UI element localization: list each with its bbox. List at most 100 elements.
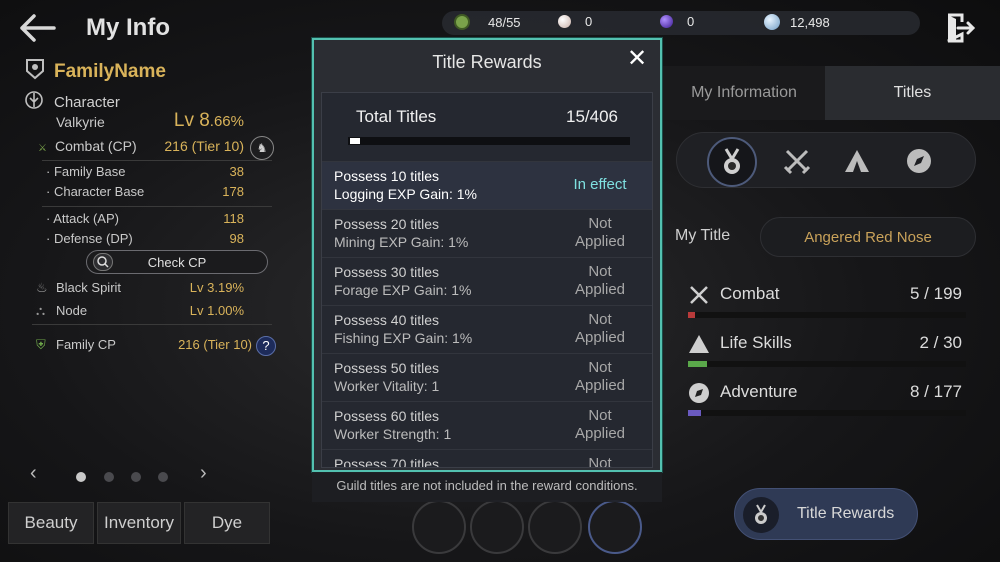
- dark-orb-icon: [660, 15, 673, 28]
- node-icon: ⛬: [36, 303, 46, 318]
- sword-icon: ⚔: [38, 143, 47, 154]
- character-base-value: 178: [222, 184, 244, 199]
- family-name: FamilyName: [54, 60, 166, 82]
- modal-footer-note: Guild titles are not included in the rew…: [312, 472, 662, 502]
- pager-dot-active[interactable]: [76, 472, 86, 482]
- exit-button[interactable]: [944, 12, 976, 44]
- reward-row: Possess 50 titles Worker Vitality: 1 Not…: [322, 353, 652, 401]
- category-all-button[interactable]: [707, 137, 757, 187]
- defense-label: · Defense (DP): [46, 231, 133, 246]
- reward-status: Not: [588, 455, 612, 468]
- family-cp-label: ⛨ Family CP: [36, 337, 116, 352]
- category-count: 8 / 177: [910, 382, 962, 401]
- pager-dot[interactable]: [104, 472, 114, 482]
- crossed-swords-icon: [783, 149, 811, 175]
- currency-bar: 48/55 0 0 12,498: [442, 11, 920, 35]
- combat-label: ⚔ Combat (CP): [38, 138, 137, 154]
- currency-dark-orb: 0: [660, 14, 694, 29]
- character-base-row: · Character Base 178: [24, 184, 274, 199]
- total-titles-value: 15/406: [566, 107, 618, 126]
- tab-inventory[interactable]: Inventory: [97, 502, 181, 544]
- category-label: Life Skills: [720, 333, 792, 352]
- divider: [32, 324, 272, 325]
- reward-row: Possess 60 titles Worker Strength: 1 Not…: [322, 401, 652, 449]
- close-icon[interactable]: ✕: [624, 46, 650, 72]
- crossed-swords-icon: [690, 286, 708, 304]
- pager: ‹ ›: [30, 462, 215, 486]
- family-base-row: · Family Base 38: [24, 164, 274, 179]
- back-button[interactable]: [18, 10, 58, 46]
- reward-row: Possess 30 titles Forage EXP Gain: 1% No…: [322, 257, 652, 305]
- progress-fill: [688, 410, 701, 416]
- tent-icon: [689, 335, 709, 353]
- reward-status: Not Applied: [574, 215, 626, 250]
- reward-row: Possess 20 titles Mining EXP Gain: 1% No…: [322, 209, 652, 257]
- defense-value: 98: [229, 231, 244, 246]
- rewards-list[interactable]: Total Titles 15/406 Possess 10 titles Lo…: [321, 92, 653, 468]
- medal-icon: [724, 148, 740, 174]
- total-titles-row: Total Titles 15/406: [356, 107, 618, 127]
- pager-next-button[interactable]: ›: [200, 462, 207, 485]
- pager-dot[interactable]: [131, 472, 141, 482]
- family-cp-row: ⛨ Family CP 216 (Tier 10): [24, 337, 274, 353]
- reward-status: Not Applied: [574, 407, 626, 442]
- attack-row: · Attack (AP) 118: [24, 211, 274, 226]
- reward-status: Not Applied: [574, 311, 626, 346]
- reward-status: Not Applied: [574, 359, 626, 394]
- back-arrow-icon: [20, 14, 56, 42]
- progress-track: [688, 410, 966, 416]
- attack-label: · Attack (AP): [46, 211, 119, 226]
- divider: [42, 160, 272, 161]
- my-title-label: My Title: [675, 227, 731, 244]
- attack-value: 118: [223, 211, 244, 226]
- family-row: FamilyName: [24, 58, 166, 85]
- character-base-label: · Character Base: [46, 184, 145, 199]
- reward-row: Possess 10 titles Logging EXP Gain: 1% I…: [322, 161, 652, 209]
- equipment-slot[interactable]: [528, 500, 582, 554]
- category-life-skills-button[interactable]: [839, 143, 875, 179]
- pager-dot[interactable]: [158, 472, 168, 482]
- my-title-selector[interactable]: Angered Red Nose: [760, 217, 976, 257]
- cp-tier-badge[interactable]: ♞: [250, 136, 274, 160]
- combat-title-progress: Combat 5 / 199: [688, 284, 968, 318]
- tab-beauty[interactable]: Beauty: [8, 502, 94, 544]
- equipment-slot[interactable]: [412, 500, 466, 554]
- category-label: Combat: [720, 284, 780, 303]
- total-titles-label: Total Titles: [356, 107, 437, 126]
- tent-icon: [845, 150, 869, 172]
- tab-my-information[interactable]: My Information: [663, 66, 825, 120]
- family-base-value: 38: [229, 164, 244, 179]
- family-crest-icon: [24, 58, 46, 85]
- category-count: 5 / 199: [910, 284, 962, 303]
- shield-icon: ⛨: [36, 337, 46, 352]
- black-spirit-label: ♨ Black Spirit: [36, 280, 122, 295]
- equipment-slot[interactable]: [588, 500, 642, 554]
- compass-icon: [907, 149, 931, 173]
- title-rewards-modal: Title Rewards ✕ Total Titles 15/406 Poss…: [312, 38, 662, 472]
- tab-dye[interactable]: Dye: [184, 502, 270, 544]
- life-skills-title-progress: Life Skills 2 / 30: [688, 333, 968, 367]
- category-adventure-button[interactable]: [901, 143, 937, 179]
- exit-door-icon: [947, 13, 976, 43]
- defense-row: · Defense (DP) 98: [24, 231, 274, 246]
- title-rewards-button[interactable]: Title Rewards: [734, 488, 918, 540]
- node-value: Lv 1.00%: [189, 303, 244, 318]
- category-combat-button[interactable]: [779, 143, 815, 179]
- energy-icon: [454, 14, 470, 30]
- character-icon: [24, 90, 44, 115]
- pager-prev-button[interactable]: ‹: [30, 462, 37, 485]
- level-value: Lv 8.66%: [173, 110, 244, 131]
- class-name: Valkyrie: [56, 114, 105, 130]
- character-row: Character: [24, 90, 120, 115]
- node-label: ⛬ Node: [36, 303, 88, 318]
- progress-fill: [688, 312, 695, 318]
- check-cp-button[interactable]: Check CP: [86, 250, 268, 274]
- node-row: ⛬ Node Lv 1.00%: [24, 303, 274, 319]
- equipment-slot[interactable]: [470, 500, 524, 554]
- tab-titles[interactable]: Titles: [825, 66, 1000, 120]
- currency-silver: 12,498: [764, 14, 830, 30]
- category-label: Adventure: [720, 382, 798, 401]
- extra-stats: ♨ Black Spirit Lv 3.19% ⛬ Node Lv 1.00% ⛨ F…: [24, 280, 284, 360]
- help-icon[interactable]: ?: [256, 336, 276, 356]
- medal-icon: [743, 497, 779, 533]
